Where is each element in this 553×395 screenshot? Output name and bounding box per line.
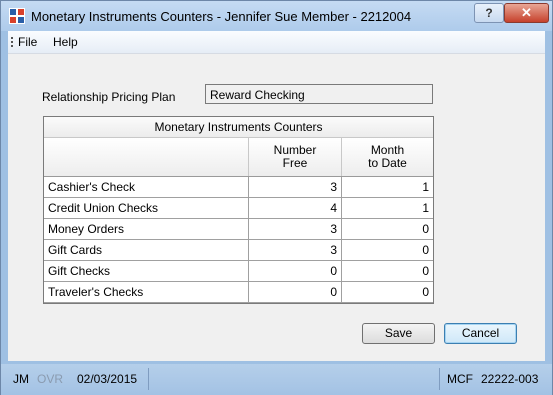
column-header-month-to-date[interactable]: Month to Date xyxy=(342,138,433,176)
menu-bar: File Help xyxy=(8,31,545,54)
row-month-to-date: 1 xyxy=(422,201,429,215)
save-button[interactable]: Save xyxy=(362,323,435,344)
row-month-to-date: 0 xyxy=(422,264,429,278)
window-title: Monetary Instruments Counters - Jennifer… xyxy=(31,9,412,24)
table-row[interactable]: Gift Cards 3 0 xyxy=(44,240,433,261)
row-number-free: 0 xyxy=(249,282,342,302)
table-row[interactable]: Money Orders 3 0 xyxy=(44,219,433,240)
grid-caption: Monetary Instruments Counters xyxy=(44,117,433,138)
dialog-window: Monetary Instruments Counters - Jennifer… xyxy=(0,0,553,395)
table-row[interactable]: Traveler's Checks 0 0 xyxy=(44,282,433,303)
app-icon xyxy=(9,8,25,24)
column-header-number-free[interactable]: Number Free xyxy=(249,138,342,176)
row-month-to-date: 0 xyxy=(422,243,429,257)
status-user: JM xyxy=(13,372,29,386)
row-name: Credit Union Checks xyxy=(44,198,249,218)
row-number-free: 3 xyxy=(249,240,342,260)
title-bar[interactable]: Monetary Instruments Counters - Jennifer… xyxy=(1,1,552,31)
status-bar: JM OVR 02/03/2015 MCF 22222-003 xyxy=(1,364,552,395)
row-number-free: 0 xyxy=(249,261,342,281)
table-row[interactable]: Credit Union Checks 4 1 xyxy=(44,198,433,219)
menu-grip-icon xyxy=(11,37,13,48)
row-month-to-date: 0 xyxy=(422,285,429,299)
pricing-plan-field[interactable]: Reward Checking xyxy=(205,84,433,104)
grid-header: Number Free Month to Date xyxy=(44,138,433,177)
menu-file[interactable]: File xyxy=(18,35,37,49)
help-button[interactable]: ? xyxy=(474,3,504,23)
cancel-button[interactable]: Cancel xyxy=(444,323,517,344)
status-ovr: OVR xyxy=(37,372,64,386)
status-app: MCF xyxy=(447,372,473,386)
row-number-free: 4 xyxy=(249,198,342,218)
row-name: Cashier's Check xyxy=(44,177,249,197)
row-month-to-date: 0 xyxy=(422,222,429,236)
row-name: Traveler's Checks xyxy=(44,282,249,302)
row-name: Money Orders xyxy=(44,219,249,239)
row-month-to-date: 1 xyxy=(422,180,429,194)
row-name: Gift Checks xyxy=(44,261,249,281)
row-number-free: 3 xyxy=(249,219,342,239)
client-area: File Help Relationship Pricing Plan Rewa… xyxy=(8,31,545,361)
counters-grid: Monetary Instruments Counters Number Fre… xyxy=(43,116,434,304)
menu-help[interactable]: Help xyxy=(53,35,78,49)
column-header-name[interactable] xyxy=(44,138,249,176)
pricing-plan-label: Relationship Pricing Plan xyxy=(42,90,176,104)
row-name: Gift Cards xyxy=(44,240,249,260)
table-row[interactable]: Gift Checks 0 0 xyxy=(44,261,433,282)
status-date: 02/03/2015 xyxy=(77,372,138,386)
status-code: 22222-003 xyxy=(481,372,539,386)
status-separator xyxy=(148,368,149,390)
table-row[interactable]: Cashier's Check 3 1 xyxy=(44,177,433,198)
row-number-free: 3 xyxy=(249,177,342,197)
close-button[interactable]: ✕ xyxy=(504,3,549,23)
status-separator xyxy=(439,368,440,390)
